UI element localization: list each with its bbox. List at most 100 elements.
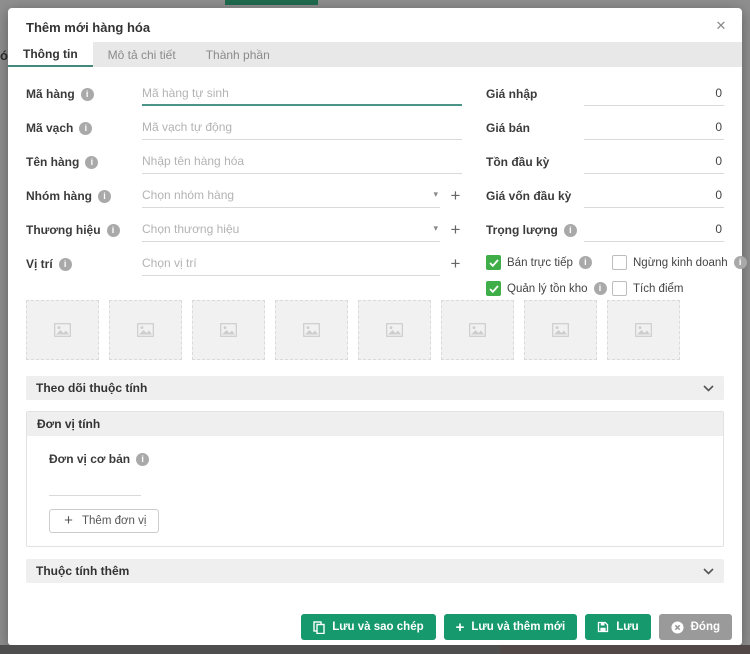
- info-icon[interactable]: [564, 224, 577, 237]
- field-label-wrap: Tồn đầu kỳ: [486, 155, 584, 169]
- checkbox-label: Bán trực tiếp: [507, 257, 573, 269]
- close-icon[interactable]: ✕: [712, 17, 730, 35]
- input-underline: [142, 83, 462, 106]
- form-left-column: Mã hàng Mã vạch Tên hàng: [26, 77, 462, 296]
- tab-thanh-phan[interactable]: Thành phần: [191, 42, 285, 67]
- field-row-thuong-hieu: Thương hiệu ▾ +: [26, 213, 462, 247]
- chevron-down-icon[interactable]: ▾: [427, 189, 440, 202]
- modal-title: Thêm mới hàng hóa: [26, 20, 150, 35]
- field-label-wrap: Tên hàng: [26, 155, 142, 169]
- info-icon[interactable]: [98, 190, 111, 203]
- info-icon[interactable]: [59, 258, 72, 271]
- field-row-gia-von-dau-ky: Giá vốn đầu kỳ: [486, 179, 724, 213]
- image-icon: [386, 323, 403, 337]
- image-icon: [303, 323, 320, 337]
- field-label: Nhóm hàng: [26, 189, 92, 203]
- field-label: Thương hiệu: [26, 223, 101, 237]
- field-row-trong-luong: Trọng lượng: [486, 213, 724, 247]
- field-row-ten-hang: Tên hàng: [26, 145, 462, 179]
- modal-header: Thêm mới hàng hóa ✕: [8, 8, 742, 42]
- sale-price-input[interactable]: [584, 117, 724, 140]
- tab-thong-tin[interactable]: Thông tin: [8, 42, 93, 67]
- base-unit-input[interactable]: [49, 475, 141, 496]
- button-label: Lưu: [616, 621, 638, 633]
- button-label: Đóng: [691, 621, 720, 633]
- button-label: Lưu và thêm mới: [471, 621, 565, 633]
- tab-bar: Thông tin Mô tả chi tiết Thành phần: [8, 42, 742, 67]
- add-category-icon[interactable]: +: [449, 189, 462, 203]
- save-and-copy-button[interactable]: Lưu và sao chép: [301, 614, 435, 640]
- form-right-column: Giá nhập Giá bán Tồn đầu kỳ Giá vốn đầu …: [486, 77, 724, 296]
- field-label: Mã hàng: [26, 87, 75, 101]
- info-icon[interactable]: [594, 282, 607, 295]
- field-label: Tên hàng: [26, 155, 79, 169]
- barcode-input[interactable]: [142, 117, 462, 138]
- field-label: Tồn đầu kỳ: [486, 155, 549, 169]
- image-upload-placeholder[interactable]: [192, 300, 265, 360]
- weight-input[interactable]: [584, 219, 724, 242]
- checkbox-quan-ly-ton-kho[interactable]: Quản lý tồn kho: [486, 281, 608, 296]
- field-row-ma-vach: Mã vạch: [26, 111, 462, 145]
- info-icon[interactable]: [734, 256, 747, 269]
- checkbox-tich-diem[interactable]: Tích điểm: [612, 281, 747, 296]
- field-label-wrap: Mã vạch: [26, 121, 142, 135]
- field-row-ma-hang: Mã hàng: [26, 77, 462, 111]
- add-unit-button[interactable]: + Thêm đơn vị: [49, 509, 159, 533]
- checkbox-ngung-kinh-doanh[interactable]: Ngừng kinh doanh: [612, 255, 747, 270]
- add-location-icon[interactable]: +: [449, 257, 462, 271]
- field-label-wrap: Vị trí: [26, 257, 142, 271]
- accordion-thuoc-tinh-them[interactable]: Thuộc tính thêm: [26, 559, 724, 583]
- base-unit-label: Đơn vị cơ bản: [49, 452, 130, 466]
- chevron-down-icon[interactable]: ▾: [427, 223, 440, 236]
- image-upload-placeholder[interactable]: [275, 300, 348, 360]
- opening-stock-input[interactable]: [584, 151, 724, 174]
- image-icon: [54, 323, 71, 337]
- image-icon: [552, 323, 569, 337]
- input-underline: [142, 151, 462, 174]
- category-select-input[interactable]: [142, 185, 427, 206]
- image-icon: [220, 323, 237, 337]
- info-icon[interactable]: [79, 122, 92, 135]
- image-upload-placeholder[interactable]: [607, 300, 680, 360]
- location-select-input[interactable]: [142, 253, 440, 274]
- save-button[interactable]: Lưu: [585, 614, 650, 640]
- info-icon[interactable]: [136, 453, 149, 466]
- circle-x-icon: [671, 621, 684, 634]
- info-icon[interactable]: [85, 156, 98, 169]
- field-label: Giá bán: [486, 121, 530, 135]
- field-row-nhom-hang: Nhóm hàng ▾ +: [26, 179, 462, 213]
- product-code-input[interactable]: [142, 83, 462, 104]
- category-select[interactable]: ▾: [142, 185, 440, 208]
- field-label: Giá nhập: [486, 87, 537, 101]
- accordion-theo-doi-thuoc-tinh[interactable]: Theo dõi thuộc tính: [26, 376, 724, 400]
- image-upload-placeholder[interactable]: [524, 300, 597, 360]
- info-icon[interactable]: [81, 88, 94, 101]
- close-button[interactable]: Đóng: [659, 614, 732, 640]
- cost-price-input[interactable]: [584, 83, 724, 106]
- image-upload-placeholder[interactable]: [358, 300, 431, 360]
- field-row-gia-nhap: Giá nhập: [486, 77, 724, 111]
- image-upload-placeholder[interactable]: [109, 300, 182, 360]
- unit-panel: Đơn vị tính Đơn vị cơ bản + Thêm đơn vị: [26, 411, 724, 547]
- background-app-accent-bar: [225, 0, 318, 5]
- opening-cost-input[interactable]: [584, 185, 724, 208]
- field-label-wrap: Giá nhập: [486, 87, 584, 101]
- image-upload-placeholder[interactable]: [441, 300, 514, 360]
- field-label: Mã vạch: [26, 121, 73, 135]
- brand-select[interactable]: ▾: [142, 219, 440, 242]
- checkbox-unchecked-icon: [612, 281, 627, 296]
- chevron-down-icon: [703, 385, 714, 392]
- checkbox-checked-icon: [486, 281, 501, 296]
- add-brand-icon[interactable]: +: [449, 223, 462, 237]
- info-icon[interactable]: [107, 224, 120, 237]
- brand-select-input[interactable]: [142, 219, 427, 240]
- save-and-new-button[interactable]: + Lưu và thêm mới: [444, 614, 578, 640]
- checkbox-ban-truc-tiep[interactable]: Bán trực tiếp: [486, 255, 608, 270]
- info-icon[interactable]: [579, 256, 592, 269]
- field-label-wrap: Giá bán: [486, 121, 584, 135]
- tab-mo-ta-chi-tiet[interactable]: Mô tả chi tiết: [93, 42, 191, 67]
- location-select[interactable]: [142, 253, 440, 276]
- image-upload-placeholder[interactable]: [26, 300, 99, 360]
- product-name-input[interactable]: [142, 151, 462, 172]
- field-label: Vị trí: [26, 257, 53, 271]
